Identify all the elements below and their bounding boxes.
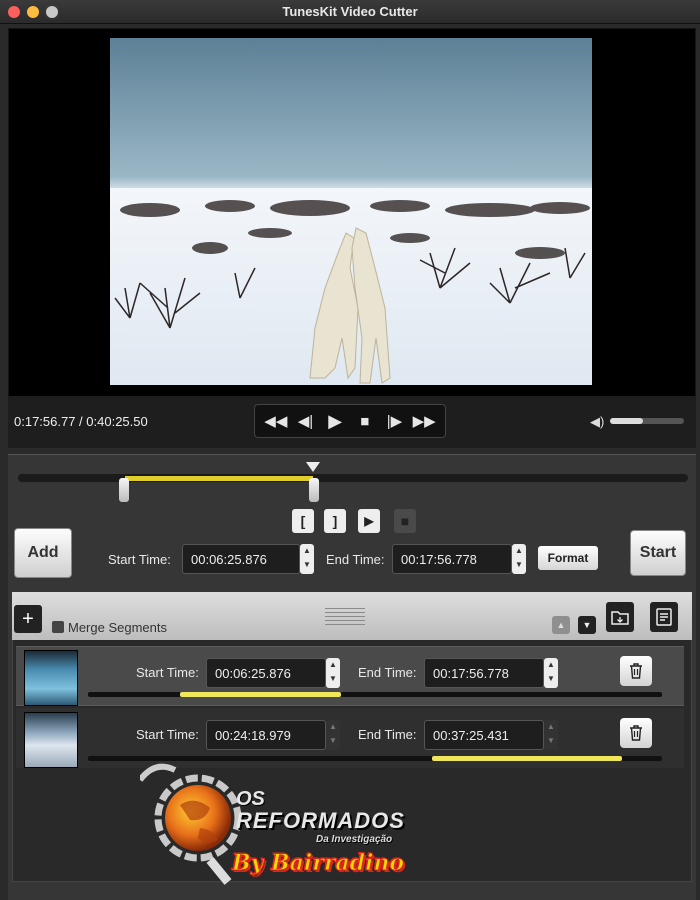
set-end-marker-button[interactable]: ] — [324, 509, 346, 533]
segment-1-start-stepper[interactable]: ▲ ▼ — [326, 658, 340, 688]
segment-1-delete-icon[interactable] — [620, 656, 652, 686]
stop-preview-button[interactable]: ■ — [394, 509, 416, 533]
volume-level — [610, 418, 644, 424]
segment-2-end-label: End Time: — [358, 727, 417, 742]
watermark-logo: OS REFORMADOS Da Investigação By Bairrad… — [137, 760, 430, 890]
volume-icon[interactable]: ◀) — [590, 414, 604, 430]
start-time-field[interactable]: 00:06:25.876 — [182, 544, 300, 574]
playhead-marker[interactable] — [305, 462, 320, 472]
move-down-icon[interactable]: ▼ — [578, 616, 596, 634]
segment-1-start-label: Start Time: — [136, 665, 199, 680]
segment-1-end-field[interactable]: 00:17:56.778 — [424, 658, 544, 688]
segment-2-start-stepper[interactable]: ▲ ▼ — [326, 720, 340, 750]
stop-icon[interactable]: ■ — [353, 413, 377, 430]
segment-1-end-stepper[interactable]: ▲ ▼ — [544, 658, 558, 688]
end-time-stepper[interactable]: ▲ ▼ — [512, 544, 526, 574]
skip-to-end-icon[interactable]: ▶▶ — [412, 412, 436, 430]
add-segment-button[interactable]: + — [14, 605, 42, 633]
segment-2-start-field[interactable]: 00:24:18.979 — [206, 720, 326, 750]
play-icon[interactable]: ▶ — [323, 411, 347, 432]
set-start-marker-button[interactable]: [ — [292, 509, 314, 533]
signature-text: By Bairradino — [231, 850, 405, 877]
segment-row-1[interactable] — [16, 646, 684, 706]
start-time-label: Start Time: — [108, 552, 171, 567]
trim-selection — [125, 476, 313, 481]
frame-back-icon[interactable]: ◀| — [293, 412, 317, 430]
move-up-icon[interactable]: ▲ — [552, 616, 570, 634]
format-button[interactable]: Format — [538, 546, 598, 570]
merge-segments-label: Merge Segments — [68, 620, 167, 635]
brand-line-2: REFORMADOS — [236, 808, 405, 833]
segment-2-delete-icon[interactable] — [620, 718, 652, 748]
start-time-stepper[interactable]: ▲ ▼ — [300, 544, 314, 574]
time-display: 0:17:56.77 / 0:40:25.50 — [14, 414, 148, 429]
segment-1-start-field[interactable]: 00:06:25.876 — [206, 658, 326, 688]
segment-2-range-fill — [432, 756, 622, 761]
polar-bears-scene — [110, 188, 592, 385]
window-title: TunesKit Video Cutter — [282, 4, 418, 19]
merge-segments-checkbox[interactable] — [52, 621, 64, 633]
video-frame — [110, 38, 592, 385]
segment-2-end-stepper[interactable]: ▲ ▼ — [544, 720, 558, 750]
title-bar: TunesKit Video Cutter — [0, 0, 700, 24]
segment-2-thumbnail — [24, 712, 78, 768]
segment-1-thumbnail — [24, 650, 78, 706]
segment-2-start-label: Start Time: — [136, 727, 199, 742]
segment-1-range-fill — [179, 692, 341, 697]
frame-forward-icon[interactable]: |▶ — [382, 412, 406, 430]
transport-controls: ◀◀ ◀| ▶ ■ |▶ ▶▶ — [254, 404, 446, 438]
volume-slider[interactable] — [610, 418, 684, 424]
segment-1-end-label: End Time: — [358, 665, 417, 680]
skip-to-start-icon[interactable]: ◀◀ — [264, 412, 288, 430]
preview-segment-button[interactable]: ▶ — [358, 509, 380, 533]
trim-start-handle[interactable] — [119, 478, 130, 502]
end-time-field[interactable]: 00:17:56.778 — [392, 544, 512, 574]
brand-line-3: Da Investigação — [316, 834, 393, 845]
output-folder-icon[interactable] — [606, 602, 634, 632]
resize-grip[interactable] — [325, 608, 365, 628]
segment-2-end-field[interactable]: 00:37:25.431 — [424, 720, 544, 750]
edit-list-icon[interactable] — [650, 602, 678, 632]
start-button[interactable]: Start — [630, 530, 686, 576]
segment-1-range-bar — [88, 692, 662, 697]
add-button[interactable]: Add — [14, 528, 72, 578]
trim-end-handle[interactable] — [308, 478, 319, 502]
end-time-label: End Time: — [326, 552, 385, 567]
